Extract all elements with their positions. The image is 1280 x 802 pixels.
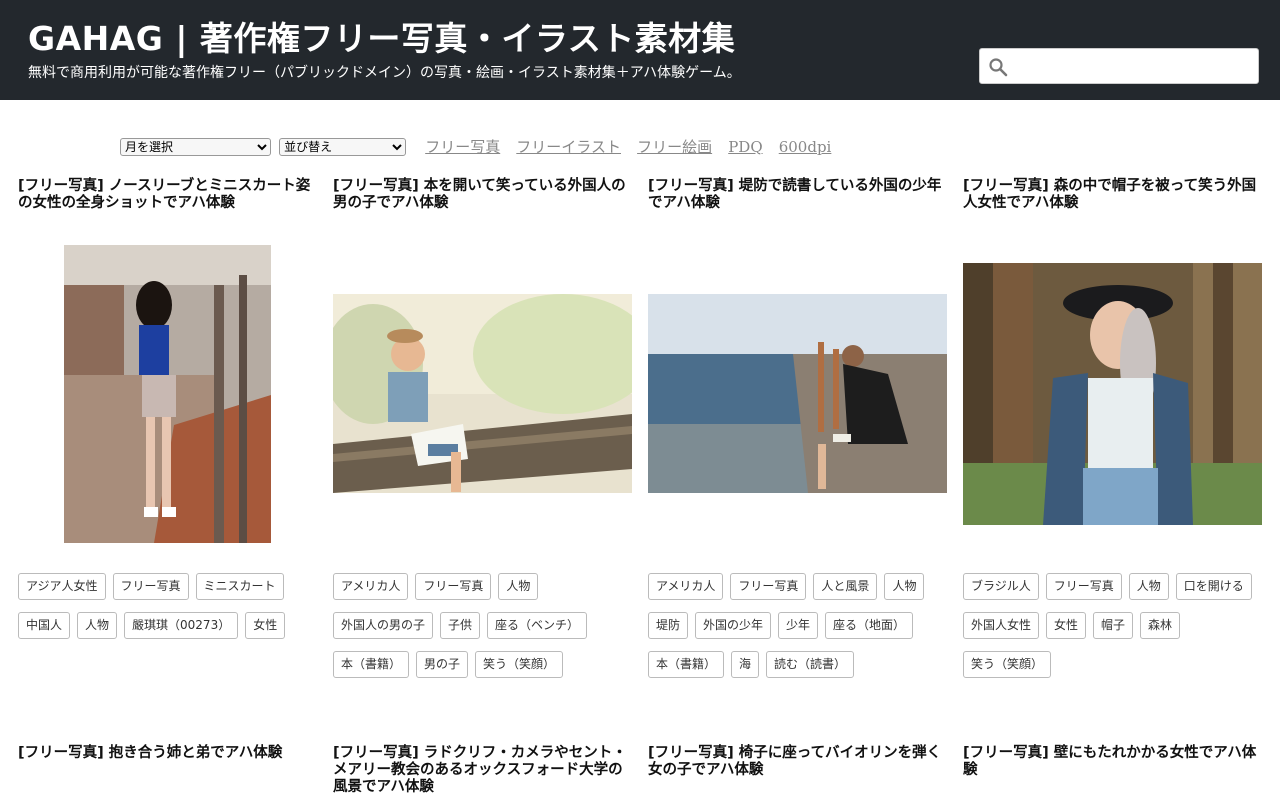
tag[interactable]: 中国人	[18, 612, 71, 639]
tag[interactable]: 人物	[77, 612, 118, 639]
photo-woman-balcony	[64, 245, 271, 543]
post-title[interactable]: [フリー写真] ラドクリフ・カメラやセント・メアリー教会のあるオックスフォード大…	[333, 745, 633, 796]
tag[interactable]: 座る（地面）	[825, 612, 914, 639]
post-card: [フリー写真] 椅子に座ってバイオリンを弾く女の子でアハ体験	[648, 745, 948, 779]
tag[interactable]: 外国人女性	[963, 612, 1040, 639]
post-title[interactable]: [フリー写真] 堤防で読書している外国の少年でアハ体験	[648, 178, 948, 212]
tag[interactable]: アメリカ人	[333, 573, 409, 600]
tag[interactable]: 海	[731, 651, 760, 678]
link-free-painting[interactable]: フリー絵画	[637, 138, 712, 156]
link-600dpi[interactable]: 600dpi	[779, 138, 832, 156]
tag[interactable]: 本（書籍）	[333, 651, 410, 678]
tag-list: アメリカ人 フリー写真 人と風景 人物堤防 外国の少年 少年 座る（地面） 本（書籍）海読む（…	[648, 573, 948, 690]
filter-bar: 月を選択 並び替え フリー写真 フリーイラスト フリー絵画 PDQ 600dpi	[120, 136, 831, 158]
post-thumbnail[interactable]	[963, 263, 1262, 525]
search-box[interactable]	[979, 48, 1259, 84]
tag[interactable]: 嚴琪琪（00273）	[124, 612, 239, 639]
site-title[interactable]: GAHAG | 著作権フリー写真・イラスト素材集	[28, 12, 735, 60]
sort-select[interactable]: 並び替え	[279, 137, 407, 156]
tag-list: アメリカ人 フリー写真 人物外国人の男の子 子供 座る（ベンチ） 本（書籍） 男の子 笑う（笑…	[333, 573, 633, 690]
tag[interactable]: フリー写真	[415, 573, 492, 600]
tag[interactable]: 本（書籍）	[648, 651, 725, 678]
tag-list: アジア人女性 フリー写真 ミニスカート中国人 人物 嚴琪琪（00273） 女性	[18, 573, 318, 651]
search-input[interactable]	[1014, 53, 1254, 81]
tag[interactable]: 少年	[778, 612, 819, 639]
post-title[interactable]: [フリー写真] 壁にもたれかかる女性でアハ体験	[963, 745, 1263, 779]
tag[interactable]: 女性	[1046, 612, 1087, 639]
tag[interactable]: 人物	[1128, 573, 1169, 600]
tag-list: ブラジル人 フリー写真 人物 口を開ける外国人女性 女性 帽子 森林笑う（笑顔）	[963, 573, 1263, 690]
tag[interactable]: 人物	[498, 573, 539, 600]
post-card: [フリー写真] 本を開いて笑っている外国人の男の子でアハ体験	[333, 178, 633, 212]
tag[interactable]: フリー写真	[1045, 573, 1122, 600]
tag[interactable]: 読む（読書）	[766, 651, 855, 678]
tag[interactable]: 外国人の男の子	[333, 612, 434, 639]
site-description: 無料で商用利用が可能な著作権フリー（パブリックドメイン）の写真・絵画・イラスト素…	[28, 65, 741, 81]
photo-boy-bench-book	[333, 294, 632, 493]
tag[interactable]: 女性	[245, 612, 286, 639]
link-free-illust[interactable]: フリーイラスト	[516, 138, 621, 156]
tag[interactable]: 子供	[440, 612, 481, 639]
photo-boy-pier-reading	[648, 294, 947, 493]
tag[interactable]: アメリカ人	[648, 573, 724, 600]
search-icon	[989, 58, 1008, 77]
tag[interactable]: フリー写真	[112, 573, 189, 600]
tag[interactable]: 座る（ベンチ）	[487, 612, 588, 639]
post-thumbnail[interactable]	[64, 245, 271, 543]
post-thumbnail[interactable]	[648, 294, 947, 493]
post-card: [フリー写真] 森の中で帽子を被って笑う外国人女性でアハ体験	[963, 178, 1263, 212]
post-title[interactable]: [フリー写真] 森の中で帽子を被って笑う外国人女性でアハ体験	[963, 178, 1263, 212]
post-card: [フリー写真] 壁にもたれかかる女性でアハ体験	[963, 745, 1263, 779]
tag[interactable]: 外国の少年	[695, 612, 772, 639]
link-free-photo[interactable]: フリー写真	[425, 138, 500, 156]
tag[interactable]: ミニスカート	[195, 573, 284, 600]
post-title[interactable]: [フリー写真] 椅子に座ってバイオリンを弾く女の子でアハ体験	[648, 745, 948, 779]
tag[interactable]: 帽子	[1093, 612, 1134, 639]
link-pdq[interactable]: PDQ	[728, 138, 762, 156]
post-title[interactable]: [フリー写真] 本を開いて笑っている外国人の男の子でアハ体験	[333, 178, 633, 212]
post-card: [フリー写真] 抱き合う姉と弟でアハ体験	[18, 745, 318, 762]
photo-woman-forest-hat	[963, 263, 1262, 525]
tag[interactable]: フリー写真	[730, 573, 807, 600]
tag[interactable]: 男の子	[416, 651, 469, 678]
post-card: [フリー写真] ノースリーブとミニスカート姿の女性の全身ショットでアハ体験	[18, 178, 318, 212]
tag[interactable]: 笑う（笑顔）	[963, 651, 1052, 678]
site-header: GAHAG | 著作権フリー写真・イラスト素材集 無料で商用利用が可能な著作権フ…	[0, 0, 1280, 100]
post-thumbnail[interactable]	[333, 294, 632, 493]
tag[interactable]: 人と風景	[813, 573, 878, 600]
month-select[interactable]: 月を選択	[120, 137, 271, 156]
post-title[interactable]: [フリー写真] 抱き合う姉と弟でアハ体験	[18, 745, 318, 762]
post-card: [フリー写真] ラドクリフ・カメラやセント・メアリー教会のあるオックスフォード大…	[333, 745, 633, 796]
tag[interactable]: アジア人女性	[18, 573, 106, 600]
tag[interactable]: ブラジル人	[963, 573, 1039, 600]
post-card: [フリー写真] 堤防で読書している外国の少年でアハ体験	[648, 178, 948, 212]
tag[interactable]: 人物	[884, 573, 925, 600]
post-title[interactable]: [フリー写真] ノースリーブとミニスカート姿の女性の全身ショットでアハ体験	[18, 178, 318, 212]
tag[interactable]: 森林	[1140, 612, 1181, 639]
tag[interactable]: 堤防	[648, 612, 689, 639]
tag[interactable]: 笑う（笑顔）	[475, 651, 564, 678]
tag[interactable]: 口を開ける	[1175, 573, 1252, 600]
